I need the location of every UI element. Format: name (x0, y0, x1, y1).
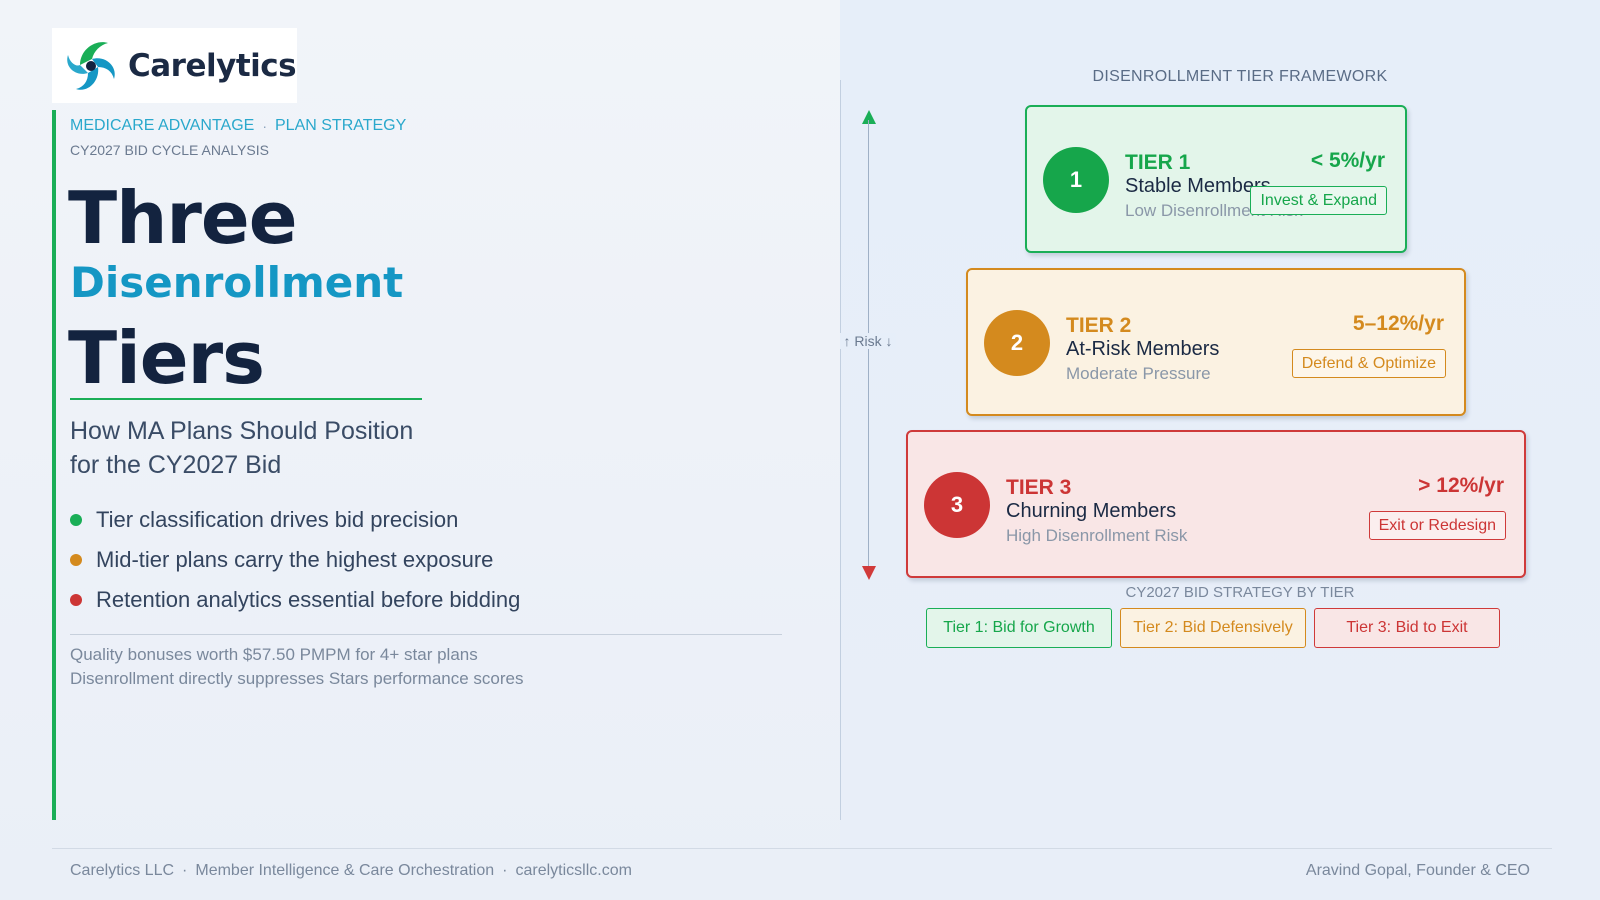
tier-rate: < 5%/yr (1310, 149, 1385, 172)
tier-rate: 5–12%/yr (1352, 312, 1444, 335)
tier-name: TIER 2 (1066, 314, 1132, 337)
risk-label: ↑ Risk ↓ (840, 333, 896, 349)
title-underline (70, 398, 422, 400)
carelytics-logo-icon (67, 41, 115, 90)
footnote-quality-bonus: Quality bonuses worth $57.50 PMPM for 4+… (70, 645, 478, 664)
strategy-title: CY2027 BID STRATEGY BY TIER (1125, 584, 1355, 601)
tier-number-badge: 3 (924, 472, 990, 538)
eyebrow: MEDICARE ADVANTAGE · PLAN STRATEGY (70, 117, 406, 135)
footer-company: Carelytics LLC (70, 862, 175, 879)
subtitle: How MA Plans Should Position for the CY2… (70, 414, 413, 482)
tier-members: At-Risk Members (1066, 338, 1220, 360)
tier-name: TIER 1 (1125, 151, 1191, 174)
footer-separator: · (502, 862, 508, 879)
tier-members: Stable Members (1125, 175, 1271, 197)
tier-members: Churning Members (1006, 500, 1177, 522)
eyebrow-part1: MEDICARE ADVANTAGE (70, 117, 255, 134)
eyebrow-separator: · (262, 118, 267, 134)
tier-risk: Moderate Pressure (1066, 364, 1211, 383)
footer-website-link[interactable]: carelyticsllc.com (515, 862, 631, 880)
strategy-tier-1-button[interactable]: Tier 1: Bid for Growth (926, 608, 1112, 648)
tier-action-badge: Invest & Expand (1250, 186, 1387, 215)
title-line-2: Disenrollment (70, 258, 404, 307)
tier-number-badge: 2 (984, 310, 1050, 376)
tier-number-badge: 1 (1043, 147, 1109, 213)
bullet-dot-icon (70, 514, 82, 526)
footnote-stars: Disenrollment directly suppresses Stars … (70, 669, 524, 688)
sub-eyebrow: CY2027 BID CYCLE ANALYSIS (70, 142, 269, 158)
framework-title: DISENROLLMENT TIER FRAMEWORK (1092, 68, 1388, 85)
bullet-item: Retention analytics essential before bid… (70, 580, 520, 620)
eyebrow-part2: PLAN STRATEGY (275, 117, 407, 134)
strategy-tier-2-button[interactable]: Tier 2: Bid Defensively (1120, 608, 1306, 648)
tier-card-3[interactable]: 3 TIER 3 Churning Members High Disenroll… (906, 430, 1526, 578)
bullet-item: Tier classification drives bid precision (70, 500, 520, 540)
brand-logo: Carelytics (52, 28, 297, 103)
bullet-dot-icon (70, 594, 82, 606)
tier-card-2[interactable]: 2 TIER 2 At-Risk Members Moderate Pressu… (966, 268, 1466, 416)
tier-action-badge: Exit or Redesign (1368, 511, 1506, 540)
accent-bar (52, 110, 56, 820)
subtitle-line-2: for the CY2027 Bid (70, 451, 282, 479)
bullet-text: Mid-tier plans carry the highest exposur… (96, 547, 494, 572)
brand-name: Carelytics (128, 47, 297, 84)
tier-name: TIER 3 (1006, 476, 1072, 499)
footer-separator: · (182, 862, 188, 879)
bullet-text: Tier classification drives bid precision (96, 507, 459, 532)
arrow-up-icon (862, 110, 876, 124)
strategy-tier-3-button[interactable]: Tier 3: Bid to Exit (1314, 608, 1500, 648)
footer-tagline: Member Intelligence & Care Orchestration (195, 862, 495, 879)
title-line-1: Three (68, 176, 298, 260)
tier-card-1[interactable]: 1 TIER 1 Stable Members Low Disenrollmen… (1025, 105, 1407, 253)
subtitle-line-1: How MA Plans Should Position (70, 417, 414, 445)
title-line-3: Tiers (68, 316, 265, 400)
tier-risk: High Disenrollment Risk (1006, 526, 1188, 545)
footer-author: Aravind Gopal, Founder & CEO (1305, 862, 1530, 879)
footer-left: Carelytics LLC · Member Intelligence & C… (70, 862, 632, 880)
bullet-text: Retention analytics essential before bid… (96, 587, 521, 612)
tier-rate: > 12%/yr (1418, 474, 1504, 497)
bullet-list: Tier classification drives bid precision… (70, 500, 520, 620)
strategy-buttons: Tier 1: Bid for Growth Tier 2: Bid Defen… (926, 608, 1500, 648)
footer-divider (52, 848, 1552, 849)
bullet-item: Mid-tier plans carry the highest exposur… (70, 540, 520, 580)
tier-action-badge: Defend & Optimize (1291, 349, 1446, 378)
arrow-down-icon (862, 566, 876, 580)
panel-separator (840, 80, 841, 820)
section-divider (70, 634, 782, 635)
bullet-dot-icon (70, 554, 82, 566)
